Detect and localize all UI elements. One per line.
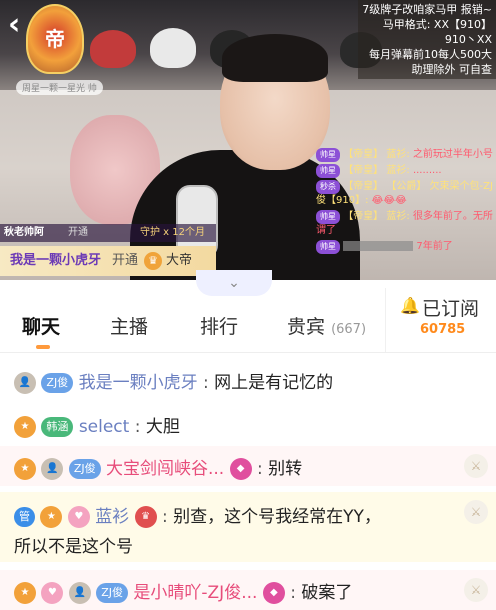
chat-list[interactable]: 👤 ZJ俊 我是一颗小虎牙 : 网上是有记忆的 ★ 韩涵 select : 大胆… bbox=[0, 356, 496, 610]
badge: ZJ俊 bbox=[68, 459, 101, 479]
gem-icon: ◆ bbox=[262, 582, 285, 604]
chat-username[interactable]: 大宝剑闯峡谷... bbox=[106, 459, 224, 479]
chat-username[interactable]: 是小晴吖-ZJ俊... bbox=[133, 583, 257, 603]
chat-username[interactable]: 我是一颗小虎牙 bbox=[79, 373, 198, 393]
tab-label: 聊天 bbox=[22, 316, 61, 338]
chat-message: ★ ♥ 👤 ZJ俊 是小晴吖-ZJ俊... ◆ : 破案了 bbox=[14, 578, 454, 604]
overlay-chat-line: 帅星 【帝皇】 蓝衫: ......... bbox=[316, 164, 496, 178]
tab-vip[interactable]: 贵宾 (667) bbox=[287, 312, 366, 339]
crown-icon: ♛ bbox=[144, 252, 162, 270]
anchor-action: 开通 bbox=[68, 227, 88, 238]
medal-icon: ★ bbox=[40, 506, 63, 528]
tab-count: (667) bbox=[331, 322, 367, 337]
chat-username[interactable]: 蓝衫 bbox=[95, 507, 129, 527]
overlay-text: 7年前了 bbox=[416, 241, 453, 252]
chat-highlight: ★ ♥ 👤 ZJ俊 是小晴吖-ZJ俊... ◆ : 破案了 ⚔ bbox=[0, 570, 496, 610]
notice-line: 910丶XX bbox=[444, 33, 492, 46]
chat-highlight: ★ 👤 ZJ俊 大宝剑闯峡谷... ◆ : 别转 ⚔ bbox=[0, 446, 496, 486]
chat-username[interactable]: select bbox=[79, 417, 130, 437]
chat-message: 👤 ZJ俊 我是一颗小虎牙 : 网上是有记忆的 bbox=[14, 368, 484, 394]
overlay-text: 之前玩过半年小号 bbox=[412, 149, 493, 160]
overlay-chat-line: 秒杀 【帝皇】 【公爵】 欠束梁个包-ZJ俊【910】: 😂😂😂 bbox=[316, 180, 496, 208]
chat-text: 别转 bbox=[268, 459, 303, 479]
anchor-name: 秋老帅阿 bbox=[4, 227, 44, 238]
guard-label: 守护 x 12个月 bbox=[140, 227, 205, 238]
sword-icon[interactable]: ⚔ bbox=[464, 500, 488, 524]
overlay-text: 😂😂😂 bbox=[371, 195, 407, 206]
tab-anchor[interactable]: 主播 bbox=[110, 312, 148, 339]
overlay-tag: 帅星 bbox=[316, 148, 340, 162]
tab-chat[interactable]: 聊天 bbox=[22, 312, 60, 339]
chat-text: 网上是有记忆的 bbox=[214, 373, 334, 393]
sword-icon[interactable]: ⚔ bbox=[464, 454, 488, 478]
overlay-chat-line: 帅星 【帝皇】 蓝衫: 之前玩过半年小号 bbox=[316, 148, 496, 162]
tab-indicator bbox=[36, 345, 50, 349]
chat-text: 别查，这个号我经常在YY， bbox=[173, 507, 381, 527]
gift-action: 开通 bbox=[112, 253, 139, 268]
streamer-hair bbox=[222, 34, 328, 82]
chat-highlight: 管 ★ ♥ 蓝衫 ♛ : 别查，这个号我经常在YY， 所以不是这个号 ⚔ bbox=[0, 492, 496, 562]
tab-rank[interactable]: 排行 bbox=[200, 312, 238, 339]
overlay-tag: 帅星 bbox=[316, 240, 340, 254]
notice-line: 7级牌子改咱家马甲 报销~ bbox=[362, 3, 492, 16]
rank-badge: 帝 bbox=[26, 4, 84, 74]
stream-notice: 7级牌子改咱家马甲 报销~ 马甲格式: XX【910】 910丶XX 每月弹幕前… bbox=[358, 0, 496, 79]
overlay-chat-line: 帅星 7年前了 bbox=[316, 240, 496, 254]
notice-line: 助理除外 可自查 bbox=[411, 63, 493, 76]
overlay-name: 【帝皇】 蓝衫: bbox=[343, 165, 410, 176]
chat-text: 大胆 bbox=[145, 417, 180, 437]
overlay-tag: 秒杀 bbox=[316, 180, 340, 194]
overlay-tag: 帅星 bbox=[316, 210, 340, 224]
gift-banner: 我是一颗小虎牙 开通 ♛ 大帝 bbox=[0, 246, 216, 276]
subscribe-button[interactable]: 🔔 已订阅 60785 bbox=[385, 288, 496, 352]
sword-icon[interactable]: ⚔ bbox=[464, 578, 488, 602]
overlay-name: 【帝皇】 蓝衫: bbox=[343, 211, 410, 222]
badge: 韩涵 bbox=[41, 417, 74, 437]
gift-rank: 大帝 bbox=[166, 253, 193, 268]
chat-text-continued: 所以不是这个号 bbox=[14, 537, 133, 557]
overlay-chat-line: 帅星 【帝皇】 蓝衫: 很多年前了。无所谓了 bbox=[316, 210, 496, 238]
overlay-name: 【帝皇】 蓝衫: bbox=[343, 149, 410, 160]
badge: ZJ俊 bbox=[96, 583, 128, 603]
notice-line: 马甲格式: XX【910】 bbox=[382, 18, 492, 31]
medal-icon: ★ bbox=[14, 458, 36, 480]
gift-user: 我是一颗小虎牙 bbox=[10, 253, 102, 268]
level-badge: ♛ bbox=[134, 506, 157, 528]
chevron-left-icon: ‹ bbox=[8, 7, 21, 42]
avatar: 👤 bbox=[41, 458, 64, 480]
avatar: 👤 bbox=[68, 582, 91, 604]
video-player[interactable]: ‹ 帝 周星一颗一星光 帅 7级牌子改咱家马甲 报销~ 马甲格式: XX【910… bbox=[0, 0, 496, 280]
chat-text: 破案了 bbox=[301, 583, 353, 603]
chat-message: ★ 韩涵 select : 大胆 bbox=[14, 412, 484, 438]
anchor-bar: 秋老帅阿 开通 守护 x 12个月 bbox=[0, 224, 216, 242]
tab-label: 贵宾 bbox=[287, 316, 326, 338]
heart-icon: ♥ bbox=[41, 582, 64, 604]
subscribe-count: 60785 bbox=[420, 322, 466, 337]
collapse-button[interactable]: ⌄ bbox=[196, 270, 272, 296]
bell-icon: 🔔 bbox=[400, 296, 420, 315]
admin-badge: 管 bbox=[14, 507, 35, 527]
overlay-tag: 帅星 bbox=[316, 164, 340, 178]
heart-icon: ♥ bbox=[67, 506, 90, 528]
badge: ZJ俊 bbox=[41, 373, 74, 393]
blurred-name bbox=[343, 241, 414, 251]
tab-label: 排行 bbox=[200, 316, 239, 338]
overlay-chat: 帅星 【帝皇】 蓝衫: 之前玩过半年小号 帅星 【帝皇】 蓝衫: .......… bbox=[316, 148, 496, 256]
chat-message: ★ 👤 ZJ俊 大宝剑闯峡谷... ◆ : 别转 bbox=[14, 454, 454, 480]
subscribe-label: 已订阅 bbox=[422, 298, 480, 320]
avatar: 👤 bbox=[14, 372, 36, 394]
tab-label: 主播 bbox=[110, 316, 149, 338]
chat-message: 管 ★ ♥ 蓝衫 ♛ : 别查，这个号我经常在YY， 所以不是这个号 bbox=[14, 506, 381, 557]
overlay-text: ......... bbox=[412, 165, 442, 176]
gem-icon: ◆ bbox=[229, 458, 252, 480]
rank-caption: 周星一颗一星光 帅 bbox=[16, 80, 103, 95]
chevron-down-icon: ⌄ bbox=[228, 275, 240, 291]
medal-icon: ★ bbox=[14, 582, 36, 604]
notice-line: 每月弹幕前10每人500大 bbox=[369, 48, 492, 61]
medal-icon: ★ bbox=[14, 416, 36, 438]
